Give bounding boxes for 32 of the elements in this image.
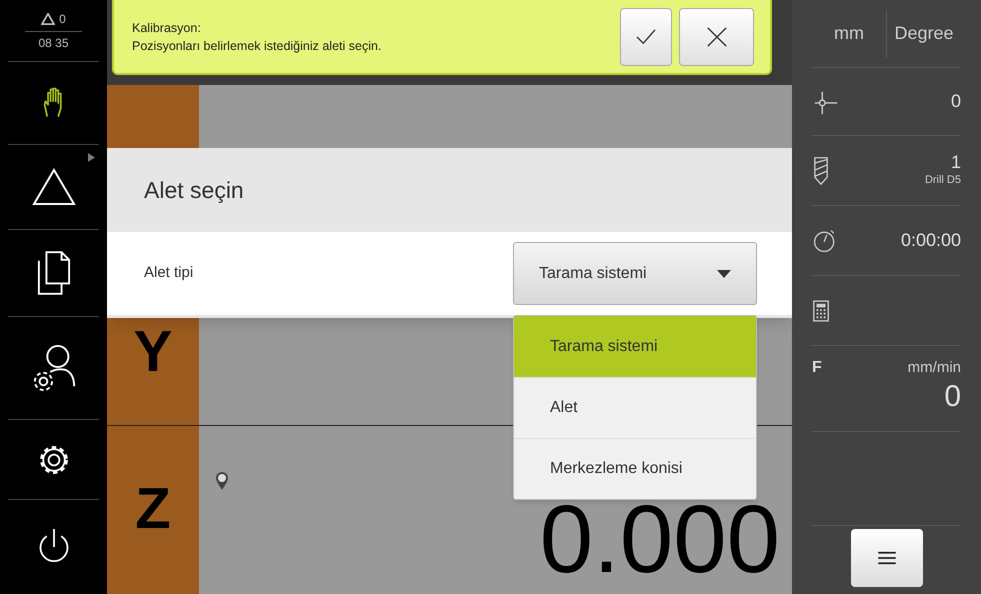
tool-type-dropdown[interactable]: Tarama sistemi xyxy=(513,242,757,305)
warning-count: 0 xyxy=(59,10,66,28)
timer-value: 0:00:00 xyxy=(900,229,961,252)
feed-label: F xyxy=(812,358,822,378)
dropdown-option[interactable]: Alet xyxy=(514,377,756,438)
message-title: Kalibrasyon: xyxy=(132,20,202,36)
expand-arrow-icon xyxy=(88,153,95,162)
clock-time: 08 35 xyxy=(38,34,69,52)
caret-icon xyxy=(717,270,731,278)
unit-button[interactable]: mm xyxy=(812,10,886,58)
documents-icon xyxy=(36,251,70,295)
checkmark-icon xyxy=(635,28,657,46)
triangle-icon xyxy=(32,167,76,207)
close-icon xyxy=(706,26,728,48)
field-label: Alet tipi xyxy=(144,263,194,284)
unit-button[interactable]: Degree xyxy=(886,10,961,58)
axis-label: Y xyxy=(134,323,172,381)
warning-icon xyxy=(41,12,56,24)
message-text: Pozisyonları belirlemek istediğiniz aleti seçin. xyxy=(132,38,382,54)
datum-value: 0 xyxy=(950,90,961,113)
dropdown-option[interactable]: Tarama sistemi xyxy=(514,316,756,377)
menu-icon xyxy=(876,551,896,565)
dropdown-option[interactable]: Merkezleme konisi xyxy=(514,438,756,499)
menu-button[interactable] xyxy=(850,529,922,587)
tool-number: 1 xyxy=(950,152,961,172)
axis-label: Z xyxy=(135,480,171,538)
drill-icon xyxy=(812,156,830,186)
feed-unit: mm/min xyxy=(908,358,961,378)
feed-value: 0 xyxy=(944,380,961,414)
dialog-title: Alet seçin xyxy=(144,176,244,205)
tool-name: Drill D5 xyxy=(924,173,961,188)
calculator-icon xyxy=(812,298,830,322)
